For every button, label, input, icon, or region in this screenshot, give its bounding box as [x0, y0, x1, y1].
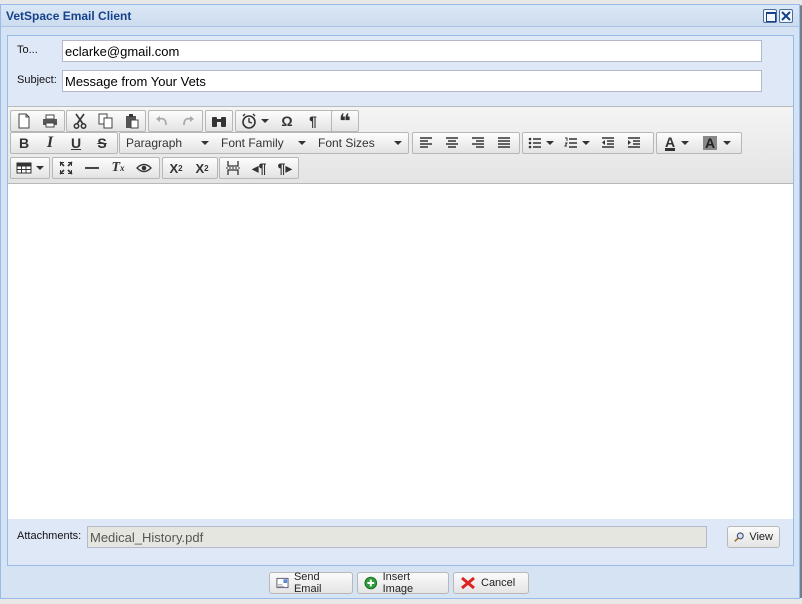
- cancel-button[interactable]: Cancel: [453, 572, 529, 594]
- chevron-down-icon: [394, 141, 402, 145]
- superscript-icon[interactable]: X2: [189, 158, 215, 178]
- underline-icon[interactable]: U: [63, 133, 89, 153]
- insert-image-label: Insert Image: [382, 571, 414, 595]
- outdent-icon[interactable]: [595, 133, 621, 153]
- close-icon[interactable]: [779, 9, 793, 23]
- font-size-dropdown[interactable]: Font Sizes: [312, 133, 408, 153]
- cut-icon[interactable]: [67, 111, 93, 131]
- show-blocks-icon[interactable]: ¶: [300, 111, 326, 131]
- toolbar-group-dropdowns: Paragraph Font Family Font Sizes: [119, 132, 409, 154]
- send-email-icon: [276, 577, 289, 589]
- view-attachment-button[interactable]: View: [727, 526, 780, 548]
- font-size-dropdown-label: Font Sizes: [318, 136, 375, 150]
- window-title: VetSpace Email Client: [6, 9, 132, 23]
- email-form-panel: To... eclarke@gmail.com Subject: Message…: [7, 35, 794, 566]
- format-dropdown-label: Paragraph: [126, 136, 183, 150]
- undo-icon[interactable]: [149, 111, 175, 131]
- rich-text-editor: Ω ¶ ❝ B I U S Paragraph Font Family Font…: [8, 106, 793, 519]
- window-titlebar[interactable]: VetSpace Email Client: [1, 5, 799, 27]
- indent-icon[interactable]: [621, 133, 647, 153]
- blockquote-icon[interactable]: ❝: [332, 111, 358, 133]
- toolbar-group-script: X2 X2: [162, 157, 218, 179]
- special-character-icon[interactable]: Ω: [274, 111, 300, 131]
- maximize-icon[interactable]: [763, 9, 777, 23]
- magnifier-icon: [734, 532, 744, 543]
- send-email-label: Send Email: [293, 571, 322, 595]
- bullet-list-icon[interactable]: [523, 133, 559, 153]
- add-icon: [364, 576, 378, 590]
- align-left-icon[interactable]: [413, 133, 439, 153]
- page-break-icon[interactable]: [220, 158, 246, 178]
- toolbar-group-format: B I U S: [10, 132, 118, 154]
- text-color-icon[interactable]: A: [657, 133, 697, 153]
- to-label: To...: [17, 44, 38, 56]
- font-family-dropdown-label: Font Family: [221, 136, 284, 150]
- insert-time-icon[interactable]: [236, 111, 274, 131]
- toolbar-group-colors: A A: [656, 132, 742, 154]
- toolbar-group-quote: ❝: [331, 110, 359, 133]
- horizontal-rule-icon[interactable]: [79, 158, 105, 178]
- attachments-label: Attachments:: [17, 530, 82, 542]
- cancel-icon: [461, 576, 475, 590]
- print-icon[interactable]: [37, 111, 63, 131]
- paste-icon[interactable]: [119, 111, 145, 131]
- toolbar-group-file: [10, 110, 65, 132]
- background-color-icon[interactable]: A: [697, 133, 737, 153]
- new-document-icon[interactable]: [11, 111, 37, 131]
- remove-format-icon[interactable]: Tx: [105, 158, 131, 178]
- ltr-icon[interactable]: ◂¶: [246, 158, 272, 178]
- toolbar-group-align: [412, 132, 520, 154]
- copy-icon[interactable]: [93, 111, 119, 131]
- to-field[interactable]: eclarke@gmail.com: [62, 40, 762, 62]
- fullscreen-icon[interactable]: [53, 158, 79, 178]
- toolbar-group-history: [148, 110, 203, 132]
- toolbar-group-table: [10, 157, 50, 179]
- align-center-icon[interactable]: [439, 133, 465, 153]
- editor-toolbar: Ω ¶ ❝ B I U S Paragraph Font Family Font…: [8, 107, 793, 184]
- justify-icon[interactable]: [491, 133, 517, 153]
- chevron-down-icon: [298, 141, 306, 145]
- toolbar-group-misc: Tx: [52, 157, 160, 179]
- subject-label: Subject:: [17, 74, 57, 86]
- toolbar-group-search: [205, 110, 233, 132]
- font-family-dropdown[interactable]: Font Family: [215, 133, 312, 153]
- insert-image-button[interactable]: Insert Image: [357, 571, 449, 595]
- subject-field[interactable]: Message from Your Vets: [62, 70, 762, 92]
- table-icon[interactable]: [11, 158, 49, 178]
- strikethrough-icon[interactable]: S: [89, 133, 115, 153]
- preview-icon[interactable]: [131, 158, 157, 178]
- send-email-button[interactable]: Send Email: [269, 571, 353, 595]
- chevron-down-icon: [201, 141, 209, 145]
- italic-icon[interactable]: I: [37, 133, 63, 153]
- toolbar-group-lists: [522, 132, 654, 154]
- redo-icon[interactable]: [175, 111, 201, 131]
- toolbar-group-clipboard: [66, 110, 146, 132]
- attachments-field: Medical_History.pdf: [87, 526, 707, 548]
- format-dropdown[interactable]: Paragraph: [120, 133, 215, 153]
- bold-icon[interactable]: B: [11, 133, 37, 153]
- rtl-icon[interactable]: ¶▸: [272, 158, 298, 178]
- editor-content-area[interactable]: [8, 185, 793, 519]
- numbered-list-icon[interactable]: [559, 133, 595, 153]
- cancel-label: Cancel: [481, 577, 516, 589]
- subscript-icon[interactable]: X2: [163, 158, 189, 178]
- find-icon[interactable]: [206, 111, 232, 131]
- email-client-window: VetSpace Email Client To... eclarke@gmai…: [0, 4, 800, 599]
- toolbar-group-direction: ◂¶ ¶▸: [219, 157, 299, 179]
- align-right-icon[interactable]: [465, 133, 491, 153]
- view-button-label: View: [749, 531, 773, 543]
